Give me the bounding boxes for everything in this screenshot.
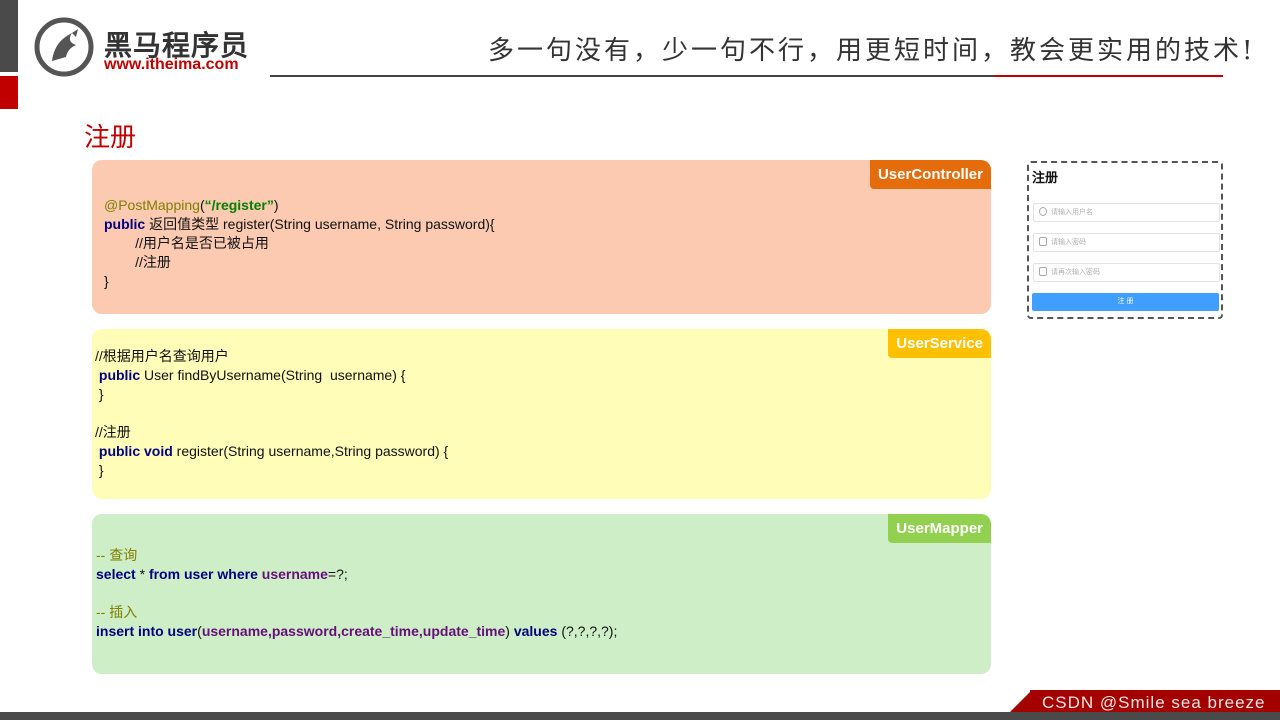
sql-keyword: values [509, 623, 558, 639]
footer-watermark: CSDN @Smile sea breeze [1042, 693, 1266, 712]
header-divider-accent [994, 75, 1223, 77]
repassword-placeholder: 请再次输入密码 [1051, 269, 1100, 276]
register-form-preview: 注册 请输入用户名 请输入密码 请再次输入密码 注 册 [1027, 161, 1223, 319]
controller-tag: UserController [869, 160, 991, 189]
header-divider [270, 75, 994, 77]
controller-panel: UserController @PostMapping(“/register”)… [92, 160, 991, 314]
code-annotation: @PostMapping [104, 197, 200, 213]
code-signature: register(String username,String password… [172, 443, 449, 459]
service-code: //根据用户名查询用户 public User findByUsername(S… [95, 347, 448, 480]
username-input[interactable]: 请输入用户名 [1033, 203, 1220, 222]
code-keyword: public void [98, 443, 173, 459]
code-paren: ) [273, 197, 279, 213]
code-brace: } [98, 462, 104, 478]
sql-comment: -- 查询 [96, 547, 138, 563]
code-path: “/register” [204, 197, 274, 213]
sql-comment: -- 插入 [96, 604, 138, 620]
horse-logo-icon [34, 17, 94, 77]
footer-accent [1010, 690, 1032, 712]
password-placeholder: 请输入密码 [1051, 239, 1086, 246]
lock-icon [1039, 237, 1047, 246]
sql-text: =?; [327, 566, 348, 582]
code-comment: //用户名是否已被占用 [104, 235, 269, 251]
code-brace: } [98, 386, 104, 402]
section-title: 注册 [84, 122, 137, 152]
code-signature: User findByUsername(String username) { [140, 367, 406, 383]
code-keyword: public [98, 367, 141, 383]
sql-text: (?,?,?,?); [557, 623, 618, 639]
code-comment: //注册 [95, 424, 131, 440]
code-brace: } [104, 273, 109, 289]
left-accent-bar-dark [0, 0, 18, 72]
left-accent-bar-red [0, 76, 18, 109]
mapper-code: -- 查询 select * from user where username=… [96, 546, 617, 641]
password-input[interactable]: 请输入密码 [1033, 233, 1220, 252]
sql-keyword: select [96, 566, 136, 582]
controller-code: @PostMapping(“/register”) public 返回值类型 r… [104, 196, 495, 291]
sql-field: username [257, 566, 328, 582]
brand-url: www.itheima.com [104, 56, 239, 73]
code-signature: 返回值类型 register(String username, String p… [145, 216, 495, 232]
sql-keyword: insert into user [96, 623, 198, 639]
footer-bar [0, 712, 1280, 720]
sql-field: username,password,create_time,update_tim… [201, 623, 506, 639]
code-comment: //根据用户名查询用户 [95, 348, 229, 364]
username-placeholder: 请输入用户名 [1051, 209, 1093, 216]
service-panel: UserService //根据用户名查询用户 public User find… [92, 329, 991, 499]
mapper-tag: UserMapper [888, 514, 991, 543]
repassword-input[interactable]: 请再次输入密码 [1033, 263, 1220, 282]
sql-text: * [135, 566, 149, 582]
code-keyword: public [104, 216, 146, 232]
slogan: 多一句没有，少一句不行，用更短时间，教会更实用的技术! [488, 36, 1256, 66]
code-comment: //注册 [104, 254, 171, 270]
service-tag: UserService [888, 329, 991, 358]
lock-icon [1039, 267, 1047, 276]
mapper-panel: UserMapper -- 查询 select * from user wher… [92, 514, 991, 674]
user-icon [1039, 207, 1047, 216]
form-title: 注册 [1032, 170, 1059, 185]
register-button[interactable]: 注 册 [1032, 293, 1219, 311]
sql-keyword: from user where [148, 566, 258, 582]
